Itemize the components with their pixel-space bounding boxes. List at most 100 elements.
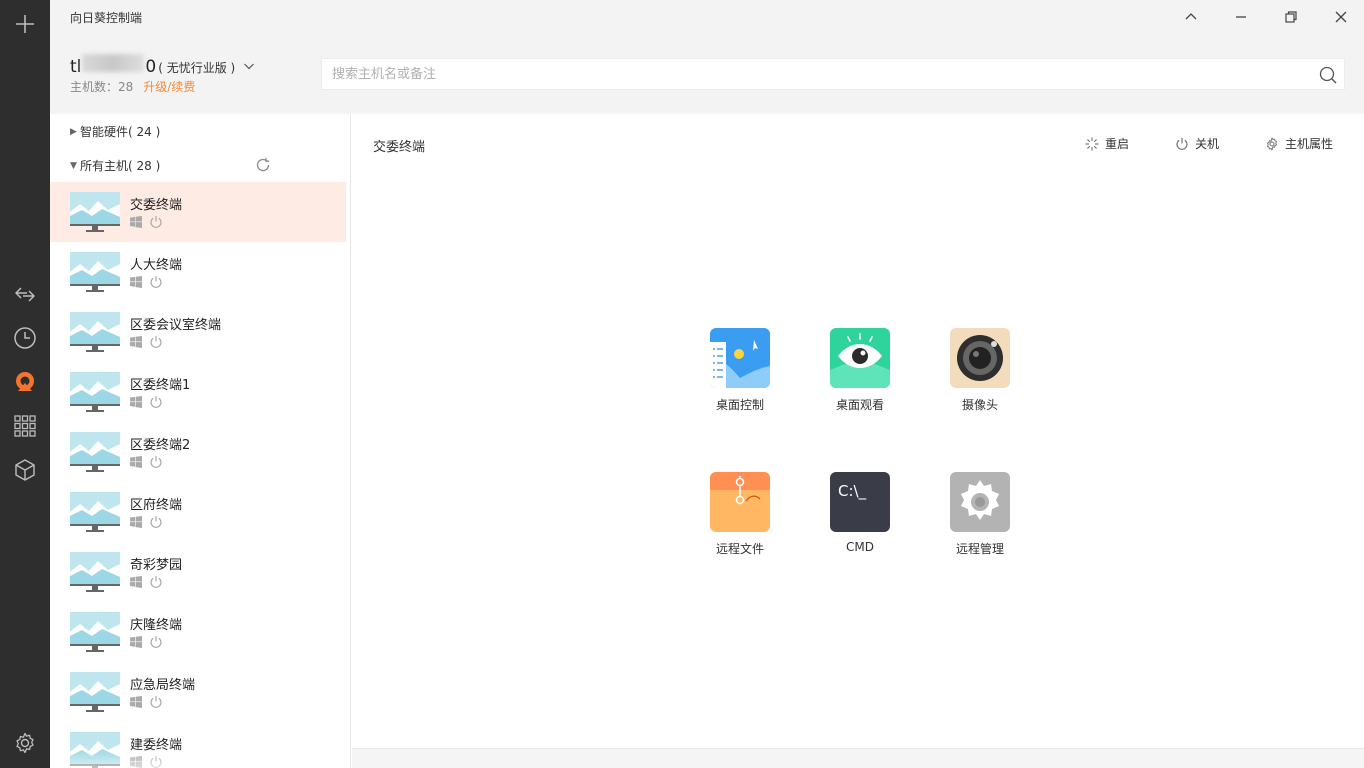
host-list: 交委终端人大终端区委会议室终端 区委终端1 区委终端2 区府终端 奇彩梦园庆隆终端应急局…: [50, 182, 346, 768]
host-row[interactable]: 庆隆终端: [50, 602, 346, 662]
power-icon[interactable]: [149, 275, 163, 289]
host-name: 区委终端2: [130, 438, 191, 453]
transfer-arrows-icon: [15, 287, 35, 302]
power-icon[interactable]: [149, 455, 163, 469]
spinner-icon: [1085, 136, 1099, 151]
windows-icon: [130, 576, 142, 588]
gear-icon: [1267, 137, 1277, 150]
desktop-control-app[interactable]: 桌面控制: [700, 328, 780, 418]
windows-icon: [130, 516, 142, 528]
host-list-panel: ▶ 智能硬件( 24 ) ▼ 所有主机( 28 ) 交委终端人大终端区委会议室终…: [50, 114, 351, 768]
account-name-prefix: tl: [70, 57, 82, 77]
minimize-icon: [1236, 16, 1246, 18]
collapse-button[interactable]: [1171, 4, 1211, 30]
account-edition: ( 无忧行业版 ): [158, 61, 236, 75]
search-box: [321, 58, 1345, 90]
host-row[interactable]: 应急局终端: [50, 662, 346, 722]
host-row[interactable]: 交委终端: [50, 182, 346, 242]
power-icon[interactable]: [149, 335, 163, 349]
host-name: 区委会议室终端: [130, 318, 222, 333]
host-row[interactable]: 区委终端1: [50, 362, 346, 422]
power-icon: [1176, 137, 1188, 150]
power-icon[interactable]: [149, 575, 163, 589]
rail-devices[interactable]: [0, 448, 50, 492]
left-rail: [0, 0, 50, 768]
power-icon[interactable]: [149, 695, 163, 709]
host-row[interactable]: 区府终端: [50, 482, 346, 542]
account-name-redacted: [82, 54, 145, 72]
desktop-view-app[interactable]: 桌面观看: [820, 328, 900, 418]
rail-apps[interactable]: [0, 404, 50, 448]
host-name: 建委终端: [130, 738, 183, 753]
title-bar: 向日葵控制端: [50, 0, 1364, 34]
grid-icon: [14, 415, 36, 437]
desktop-control-icon: [710, 328, 770, 388]
monitor-thumbnail-icon: [70, 372, 120, 412]
windows-icon: [130, 336, 142, 348]
host-name: 庆隆终端: [130, 618, 183, 633]
monitor-thumbnail-icon: [70, 732, 120, 768]
cmd-prompt-glyph: C:\_: [838, 482, 867, 500]
triangle-right-icon: ▶: [70, 126, 77, 137]
host-count: 主机数：28: [70, 80, 134, 94]
search-input[interactable]: [322, 59, 1344, 89]
rail-settings[interactable]: [0, 721, 50, 765]
desktop-control-label: 桌面控制: [715, 398, 764, 412]
monitor-thumbnail-icon: [70, 612, 120, 652]
host-row[interactable]: 人大终端: [50, 242, 346, 302]
shutdown-button[interactable]: 关机: [1175, 135, 1219, 152]
monitor-thumbnail-icon: [70, 552, 120, 592]
chevron-up-icon: [1185, 13, 1197, 20]
host-row[interactable]: 区委终端2: [50, 422, 346, 482]
remote-manage-label: 远程管理: [955, 542, 1004, 556]
host-row[interactable]: 奇彩梦园: [50, 542, 346, 602]
minimize-button[interactable]: [1221, 4, 1261, 30]
remote-manage-icon: [950, 472, 1010, 532]
account-header: tl 0 ( 无忧行业版 ) 主机数：28 升级/续费: [50, 34, 1364, 114]
windows-icon: [130, 756, 142, 768]
close-button[interactable]: [1321, 4, 1361, 30]
host-count-row: 主机数：28 升级/续费: [70, 78, 195, 95]
cmd-label: CMD: [846, 540, 874, 554]
close-icon: [1335, 11, 1347, 23]
monitor-thumbnail-icon: [70, 312, 120, 352]
restart-button[interactable]: 重启: [1085, 135, 1129, 152]
rail-hosts[interactable]: [0, 360, 50, 404]
remote-file-icon: [710, 472, 770, 532]
host-name: 人大终端: [130, 258, 183, 273]
group-all-hosts[interactable]: ▼ 所有主机( 28 ): [70, 157, 160, 174]
monitor-thumbnail-icon: [70, 492, 120, 532]
power-icon[interactable]: [149, 635, 163, 649]
cmd-app[interactable]: C:\_ CMD: [820, 472, 900, 562]
refresh-icon[interactable]: [255, 157, 271, 173]
restore-icon: [1285, 11, 1297, 23]
monitor-thumbnail-icon: [70, 432, 120, 472]
power-icon[interactable]: [149, 755, 163, 768]
desktop-view-label: 桌面观看: [835, 398, 884, 412]
host-name: 区委终端1: [130, 378, 191, 393]
host-name: 应急局终端: [130, 678, 196, 693]
remote-file-app[interactable]: 远程文件: [700, 472, 780, 562]
account-name-suffix: 0: [145, 57, 157, 77]
monitor-thumbnail-icon: [70, 192, 120, 232]
rail-history[interactable]: [0, 316, 50, 360]
host-row[interactable]: 建委终端: [50, 722, 346, 768]
power-icon[interactable]: [149, 515, 163, 529]
remote-manage-app[interactable]: 远程管理: [940, 472, 1020, 562]
upgrade-link[interactable]: 升级/续费: [143, 78, 195, 95]
host-properties-button[interactable]: 主机属性: [1265, 135, 1333, 152]
power-icon[interactable]: [149, 215, 163, 229]
app-title: 向日葵控制端: [70, 11, 143, 25]
restore-button[interactable]: [1271, 4, 1311, 30]
account-switcher[interactable]: tl 0 ( 无忧行业版 ): [70, 54, 255, 77]
search-icon[interactable]: [1318, 65, 1338, 85]
power-icon[interactable]: [149, 395, 163, 409]
restart-label: 重启: [1105, 137, 1130, 151]
rail-remote-assist[interactable]: [0, 272, 50, 316]
group-smart-hardware[interactable]: ▶ 智能硬件( 24 ): [70, 123, 160, 140]
camera-app[interactable]: 摄像头: [940, 328, 1020, 418]
bottom-strip: [352, 748, 1364, 768]
host-row[interactable]: 区委会议室终端: [50, 302, 346, 362]
clock-icon: [14, 327, 36, 349]
add-button[interactable]: [0, 2, 50, 46]
